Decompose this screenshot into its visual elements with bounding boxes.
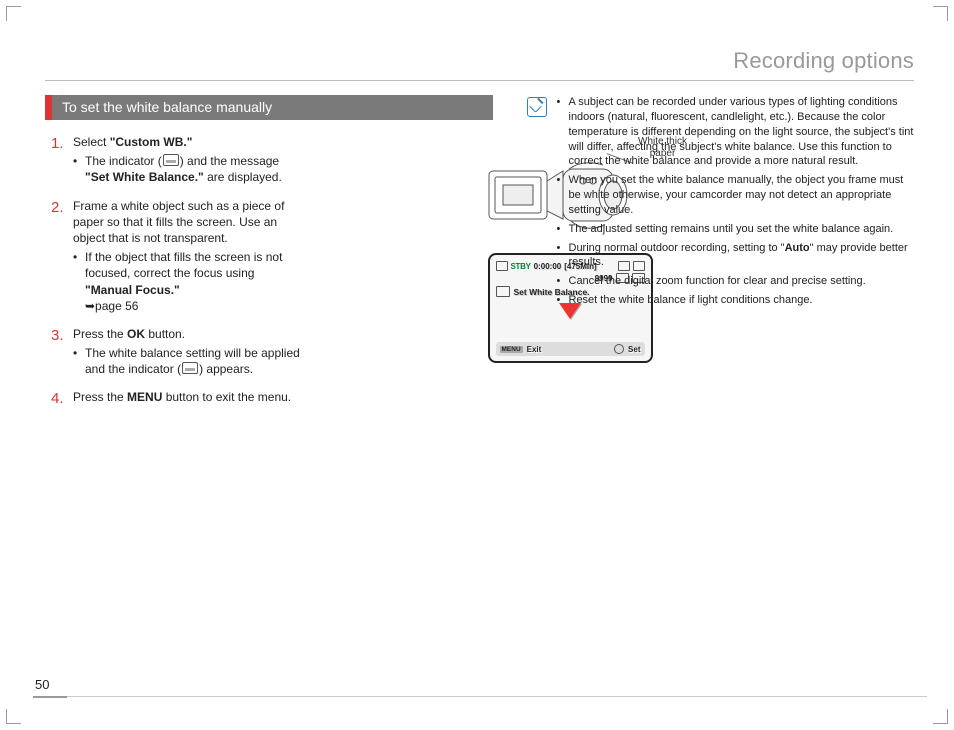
sub-bold: "Manual Focus." [85, 283, 180, 297]
sub-text: are displayed. [204, 170, 282, 184]
menu-tag: MENU [500, 346, 523, 353]
tip-item: During normal outdoor recording, setting… [557, 241, 915, 271]
step-sub-item: If the object that fills the screen is n… [73, 249, 301, 314]
accent-bar [45, 95, 52, 120]
content-columns: To set the white balance manually Select… [45, 95, 914, 418]
sub-bold: "Set White Balance." [85, 170, 204, 184]
tips-list: A subject can be recorded under various … [557, 95, 915, 312]
note-block: A subject can be recorded under various … [527, 95, 915, 312]
exit-label: Exit [527, 345, 542, 354]
step-3: Press the OK button. The white balance s… [51, 326, 301, 378]
step-sub-list: The white balance setting will be applie… [73, 345, 301, 377]
footer-rule [33, 696, 67, 698]
right-column: A subject can be recorded under various … [527, 95, 915, 418]
crop-mark [933, 6, 948, 21]
page-ref: ➥page 56 [85, 299, 138, 313]
sub-text: ) appears. [199, 362, 253, 376]
page-title: Recording options [45, 48, 914, 74]
step-2: Frame a white object such as a piece of … [51, 198, 301, 314]
crop-mark [6, 6, 21, 21]
step-sub-list: If the object that fills the screen is n… [73, 249, 301, 314]
lcd-soft-keys: MENU Exit Set [496, 342, 645, 356]
step-sub-list: The indicator ( ) and the message "Set Wh… [73, 153, 301, 185]
page-number: 50 [35, 677, 49, 692]
step-text: Press the [73, 390, 127, 404]
tip-bold: Auto [785, 242, 810, 254]
sub-text: The indicator ( [85, 154, 162, 168]
step-4: Press the MENU button to exit the menu. [51, 389, 301, 405]
step-bold: "Custom WB." [110, 135, 193, 149]
step-text: Press the [73, 327, 127, 341]
crop-mark [6, 709, 21, 724]
manual-page: Recording options To set the white balan… [0, 0, 954, 730]
step-sub-item: The white balance setting will be applie… [73, 345, 301, 377]
header-rule [45, 80, 914, 81]
note-icon [527, 97, 547, 117]
sub-text: If the object that fills the screen is n… [85, 250, 282, 280]
section-title: To set the white balance manually [52, 95, 493, 120]
tip-item: Cancel the digital zoom function for cle… [557, 274, 915, 289]
crop-mark [933, 709, 948, 724]
section-heading: To set the white balance manually [45, 95, 493, 120]
ok-ring-icon [614, 344, 624, 354]
tip-item: When you set the white balance manually,… [557, 173, 915, 218]
wb-indicator-icon [163, 154, 179, 166]
wb-indicator-icon [182, 362, 198, 374]
wb-icon [496, 286, 510, 297]
mode-icon [496, 261, 508, 271]
set-label: Set [628, 345, 640, 354]
steps-list: Select "Custom WB." The indicator ( ) and… [45, 134, 301, 406]
step-bold: MENU [127, 390, 162, 404]
step-bold: OK [127, 327, 145, 341]
sub-text: ) and the message [180, 154, 279, 168]
tip-item: The adjusted setting remains until you s… [557, 222, 915, 237]
step-text: button to exit the menu. [162, 390, 291, 404]
step-text: button. [145, 327, 185, 341]
step-text: Frame a white object such as a piece of … [73, 199, 284, 245]
step-1: Select "Custom WB." The indicator ( ) and… [51, 134, 301, 186]
tip-item: Reset the white balance if light conditi… [557, 293, 915, 308]
step-sub-item: The indicator ( ) and the message "Set Wh… [73, 153, 301, 185]
left-column: To set the white balance manually Select… [45, 95, 493, 418]
step-text: Select [73, 135, 110, 149]
tip-text: During normal outdoor recording, setting… [569, 242, 785, 254]
stby-label: STBY [511, 262, 531, 271]
tip-item: A subject can be recorded under various … [557, 95, 915, 169]
